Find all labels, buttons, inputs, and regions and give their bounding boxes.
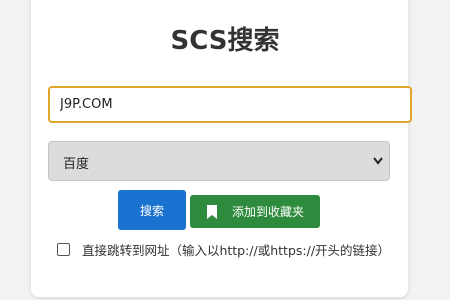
direct-redirect-checkbox[interactable] bbox=[57, 243, 70, 256]
search-button[interactable]: 搜索 bbox=[118, 190, 186, 230]
direct-redirect-label[interactable]: 直接跳转到网址（输入以http://或https://开头的链接） bbox=[77, 241, 395, 261]
bookmark-icon bbox=[206, 204, 217, 219]
search-engine-select[interactable]: 百度 bbox=[48, 141, 390, 181]
chevron-down-icon bbox=[373, 157, 383, 165]
search-input[interactable] bbox=[48, 86, 412, 123]
search-engine-selected: 百度 bbox=[63, 157, 90, 172]
add-to-favorites-label: 添加到收藏夹 bbox=[231, 205, 304, 219]
add-to-favorites-button[interactable]: 添加到收藏夹 bbox=[190, 195, 320, 228]
page-title: SCS搜索 bbox=[170, 26, 280, 56]
search-button-label: 搜索 bbox=[139, 203, 164, 218]
